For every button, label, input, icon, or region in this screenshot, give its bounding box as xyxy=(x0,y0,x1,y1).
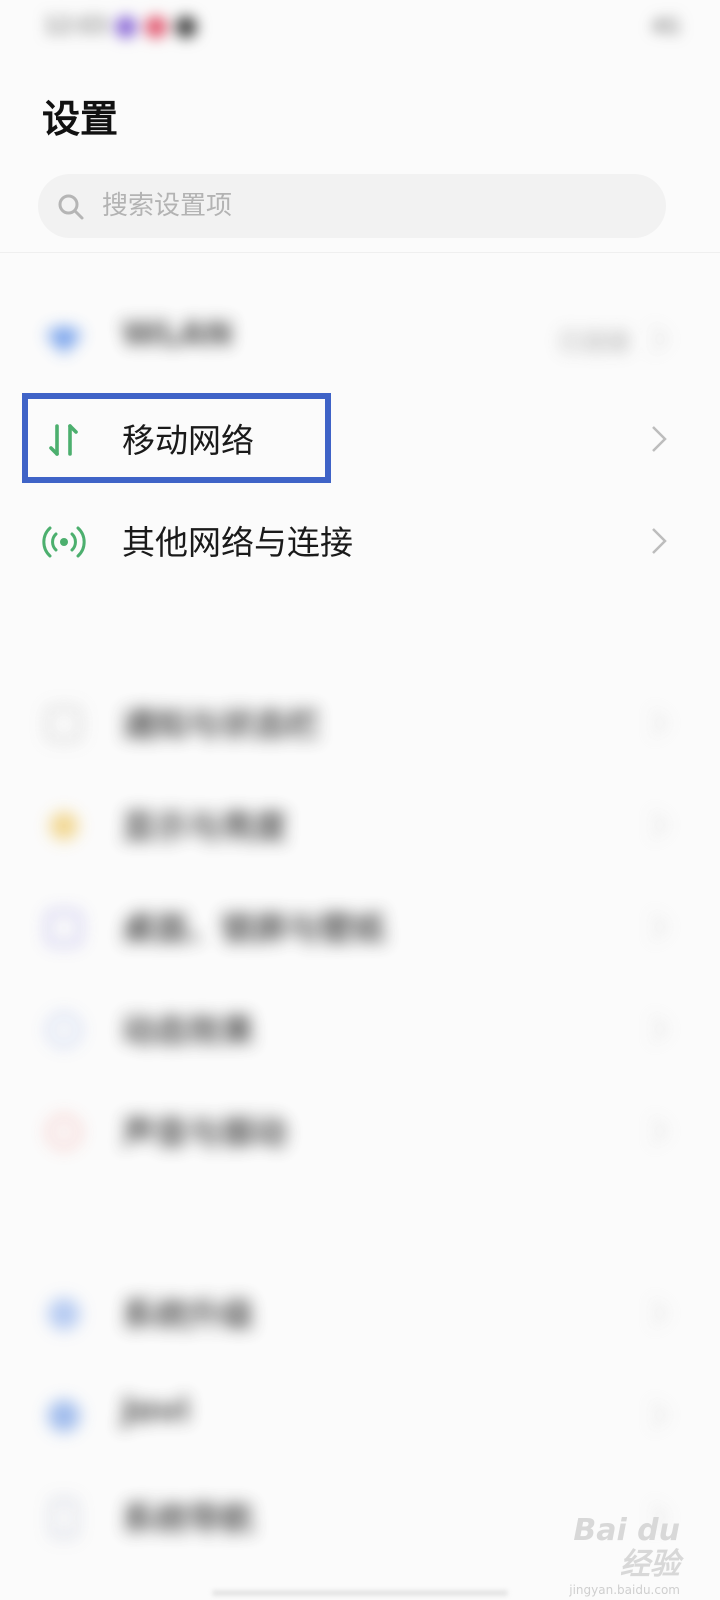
settings-item-system-update[interactable]: 系统升级 xyxy=(0,1262,720,1362)
home-indicator[interactable] xyxy=(212,1590,508,1596)
status-notification-icon xyxy=(145,15,168,38)
search-bar[interactable] xyxy=(38,174,666,238)
chevron-right-icon xyxy=(652,1300,667,1326)
chevron-right-icon xyxy=(652,528,667,554)
notification-icon xyxy=(46,706,82,742)
settings-item-label: 动态效果 xyxy=(122,1011,254,1050)
status-bar: 12:03 4G xyxy=(0,0,720,56)
settings-screen: 12:03 4G 设置 WLAN 已连接 xyxy=(0,0,720,1600)
settings-item-label: 桌面、锁屏与壁纸 xyxy=(122,909,386,948)
animation-icon xyxy=(47,1013,81,1047)
status-notification-icon xyxy=(115,15,138,38)
search-icon xyxy=(58,194,84,220)
status-right: 4G xyxy=(651,14,680,38)
search-input[interactable] xyxy=(100,174,640,238)
update-icon xyxy=(48,1298,80,1330)
header-divider xyxy=(0,252,720,253)
settings-item-label: 系统导航 xyxy=(122,1499,254,1538)
settings-item-label: 通知与状态栏 xyxy=(122,705,320,744)
settings-item-label: 其他网络与连接 xyxy=(122,523,353,562)
baidu-jingyan-watermark: Bai du 经验 jingyan.baidu.com xyxy=(540,1514,680,1598)
settings-item-wlan[interactable]: WLAN 已连接 xyxy=(0,288,720,388)
settings-item-label: WLAN xyxy=(122,314,233,353)
chevron-right-icon xyxy=(652,914,667,940)
settings-item-wallpaper[interactable]: 桌面、锁屏与壁纸 xyxy=(0,876,720,976)
chevron-right-icon xyxy=(652,710,667,736)
settings-item-label: 移动网络 xyxy=(122,421,254,460)
sound-icon xyxy=(47,1115,81,1149)
settings-item-mobile-network[interactable]: 移动网络 xyxy=(0,388,720,488)
watermark-brand: Bai du 经验 xyxy=(573,1513,680,1582)
wlan-status-value: 已连接 xyxy=(558,328,630,356)
wallpaper-icon xyxy=(46,910,82,946)
status-notification-icon xyxy=(175,15,198,38)
page-title: 设置 xyxy=(42,97,119,141)
settings-item-label: 系统升级 xyxy=(122,1295,254,1334)
status-left: 12:03 xyxy=(44,14,198,39)
settings-item-label: Jovi xyxy=(122,1390,190,1429)
chevron-right-icon xyxy=(652,812,667,838)
chevron-right-icon xyxy=(652,426,667,452)
settings-item-jovi[interactable]: Jovi xyxy=(0,1364,720,1464)
mobile-data-icon xyxy=(49,424,78,456)
jovi-icon xyxy=(48,1400,80,1432)
navigation-icon xyxy=(50,1498,78,1538)
settings-item-label: 显示与亮度 xyxy=(122,807,287,846)
chevron-right-icon xyxy=(652,1118,667,1144)
hotspot-icon xyxy=(42,526,86,558)
chevron-right-icon xyxy=(652,1402,667,1428)
settings-item-sound[interactable]: 声音与振动 xyxy=(0,1080,720,1180)
status-clock: 12:03 xyxy=(44,14,108,39)
chevron-right-icon xyxy=(652,326,667,352)
settings-item-other-networks[interactable]: 其他网络与连接 xyxy=(0,490,720,590)
settings-item-notifications[interactable]: 通知与状态栏 xyxy=(0,672,720,772)
settings-item-label: 声音与振动 xyxy=(122,1113,287,1152)
settings-item-animation[interactable]: 动态效果 xyxy=(0,978,720,1078)
watermark-url: jingyan.baidu.com xyxy=(569,1583,680,1597)
brightness-icon xyxy=(50,812,78,840)
wifi-icon xyxy=(46,327,82,354)
settings-item-display[interactable]: 显示与亮度 xyxy=(0,774,720,874)
chevron-right-icon xyxy=(652,1016,667,1042)
